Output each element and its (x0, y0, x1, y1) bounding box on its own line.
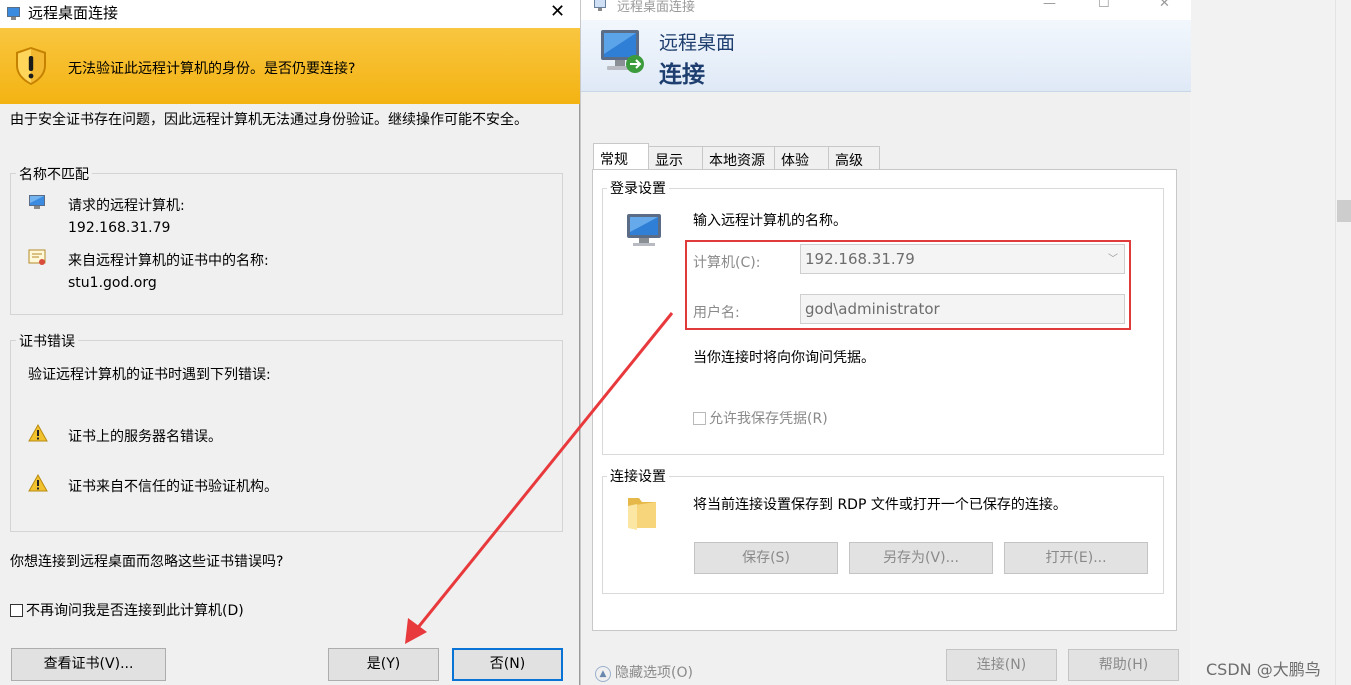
dont-ask-again-checkbox[interactable]: 不再询问我是否连接到此计算机(D) (10, 600, 244, 620)
login-settings-label: 登录设置 (607, 178, 669, 198)
view-certificate-button[interactable]: 查看证书(V)... (11, 648, 166, 681)
cert-name-label: 来自远程计算机的证书中的名称: (68, 253, 269, 269)
close-button[interactable]: ✕ (1159, 0, 1170, 11)
tab-local-resources[interactable]: 本地资源 (702, 146, 775, 170)
credentials-notice: 当你连接时将向你询问凭据。 (693, 350, 875, 366)
save-button[interactable]: 保存(S) (694, 542, 838, 574)
no-button[interactable]: 否(N) (452, 648, 563, 681)
dialog-titlebar: 远程桌面连接 ✕ (0, 0, 580, 28)
watermark: CSDN @大鹏鸟 (1206, 660, 1321, 679)
certificate-warning-dialog: 远程桌面连接 ✕ 无法验证此远程计算机的身份。是否仍要连接? 由于安全证书存在问… (0, 0, 580, 685)
highlight-box (685, 240, 1131, 330)
certificate-errors-intro: 验证远程计算机的证书时遇到下列错误: (28, 367, 271, 383)
intro-text: 由于安全证书存在问题，因此远程计算机无法通过身份验证。继续操作可能不安全。 (10, 112, 528, 128)
divider (1335, 0, 1336, 685)
connect-button[interactable]: 连接(N) (946, 649, 1057, 681)
certificate-icon (28, 249, 46, 265)
cert-name-value: stu1.god.org (68, 275, 157, 291)
warning-icon (28, 474, 48, 492)
tab-display[interactable]: 显示 (648, 146, 703, 170)
minimize-button[interactable]: — (1043, 0, 1056, 11)
rdp-app-icon (7, 7, 20, 20)
login-prompt: 输入远程计算机的名称。 (693, 213, 847, 229)
warning-icon (28, 424, 48, 442)
rdp-title: 远程桌面连接 (617, 0, 696, 15)
allow-save-credentials-checkbox[interactable]: 允许我保存凭据(R) (693, 408, 828, 428)
allow-save-credentials-label: 允许我保存凭据(R) (709, 411, 828, 427)
connection-settings-label: 连接设置 (607, 466, 669, 486)
checkbox-icon[interactable] (693, 412, 706, 425)
save-as-button[interactable]: 另存为(V)... (849, 542, 993, 574)
scrollbar-thumb[interactable] (1337, 200, 1351, 222)
folder-icon (628, 498, 656, 530)
help-button[interactable]: 帮助(H) (1068, 649, 1179, 681)
ignore-errors-question: 你想连接到远程桌面而忽略这些证书错误吗? (10, 554, 284, 570)
requested-computer-value: 192.168.31.79 (68, 220, 171, 236)
yes-button[interactable]: 是(Y) (328, 648, 439, 681)
maximize-button[interactable]: ☐ (1098, 0, 1110, 11)
computer-icon (29, 195, 45, 209)
warning-message: 无法验证此远程计算机的身份。是否仍要连接? (68, 61, 356, 77)
open-button[interactable]: 打开(E)... (1004, 542, 1148, 574)
hide-options-toggle[interactable]: ▲ 隐藏选项(O) (595, 662, 693, 682)
cert-error-item: 证书来自不信任的证书验证机构。 (68, 479, 278, 495)
dialog-title: 远程桌面连接 (28, 4, 119, 22)
cert-error-item: 证书上的服务器名错误。 (68, 429, 222, 445)
dont-ask-again-label: 不再询问我是否连接到此计算机(D) (26, 603, 244, 619)
tab-panel-general: 登录设置 输入远程计算机的名称。 计算机(C): 192.168.31.79 ﹀… (592, 169, 1177, 631)
certificate-errors-label: 证书错误 (16, 331, 78, 351)
background-panel (1190, 0, 1351, 685)
tab-advanced[interactable]: 高级 (828, 146, 880, 170)
checkbox-icon[interactable] (10, 604, 23, 617)
rdp-titlebar: 远程桌面连接 — ☐ ✕ (581, 0, 1191, 20)
rdp-banner: 远程桌面 连接 (581, 20, 1191, 92)
tab-general[interactable]: 常规 (593, 143, 649, 171)
name-mismatch-label: 名称不匹配 (16, 164, 92, 184)
warning-banner: 无法验证此远程计算机的身份。是否仍要连接? (0, 28, 580, 104)
rdp-app-icon (594, 0, 606, 11)
tab-experience[interactable]: 体验 (774, 146, 829, 170)
requested-computer-label: 请求的远程计算机: (68, 198, 185, 214)
connection-settings-description: 将当前连接设置保存到 RDP 文件或打开一个已保存的连接。 (693, 497, 1067, 513)
shield-warning-icon (16, 47, 46, 85)
banner-title-line1: 远程桌面 (659, 32, 736, 54)
hide-options-label: 隐藏选项(O) (615, 665, 693, 681)
banner-title-line2: 连接 (659, 62, 705, 88)
rdp-window: 远程桌面连接 — ☐ ✕ 远程桌面 连接 常规 显示 本地资源 体验 高级 登录… (580, 0, 1191, 685)
computer-icon (627, 214, 661, 246)
close-button[interactable]: ✕ (550, 1, 565, 22)
remote-desktop-icon (601, 30, 644, 73)
chevron-up-icon[interactable]: ▲ (595, 666, 611, 682)
